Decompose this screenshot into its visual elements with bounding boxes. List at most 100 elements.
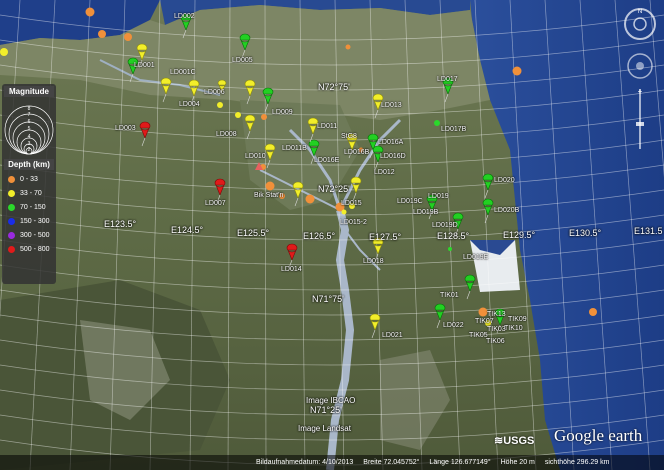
station-label: Bik Stat'n: [254, 192, 284, 199]
google-earth-logo: Google earth: [554, 426, 643, 445]
lon-label: E129.5°: [503, 230, 536, 240]
legend-depth-row: 33 - 70: [2, 186, 56, 200]
mag-tick: 5: [28, 126, 31, 132]
quake-intermediate: [0, 48, 8, 56]
station-label: LD022: [443, 322, 464, 329]
lon-label: E131.5: [634, 226, 663, 236]
depth-swatch: [8, 203, 15, 211]
station-label: LD019: [428, 193, 449, 200]
station-label: LD018: [363, 258, 384, 265]
imagery-credit: Image Landsat: [298, 424, 351, 433]
depth-swatch: [8, 231, 15, 239]
station-label: TIK05: [469, 332, 488, 339]
quake-shallow: [305, 194, 315, 204]
quake-deep: [434, 120, 440, 126]
station-label: LD011B: [282, 145, 307, 152]
legend-magnitude-title: Magnitude: [4, 86, 54, 97]
station-label: TIK01: [440, 292, 459, 299]
depth-swatch: [8, 175, 15, 183]
quake-shallow: [85, 7, 95, 17]
station-label: TIK10: [504, 325, 523, 332]
quake-intermediate: [217, 102, 223, 108]
quake-shallow: [124, 33, 132, 41]
station-label: LD012: [374, 169, 395, 176]
lon-label: E125.5°: [237, 228, 270, 238]
station-label: StG8: [341, 133, 357, 140]
station-label: LD020B: [494, 207, 520, 214]
mag-tick: 4: [28, 134, 31, 140]
station-label: LD015: [341, 200, 362, 207]
quake-deep: [448, 247, 452, 251]
station-label: TIK03: [487, 326, 506, 333]
quake-shallow: [345, 44, 351, 50]
station-label: LD003: [115, 125, 136, 132]
station-label: TIK06: [486, 338, 505, 345]
legend-depth-row: 300 - 500: [2, 228, 56, 242]
station-label: LD010: [245, 153, 266, 160]
station-label: LD008: [216, 131, 237, 138]
quake-shallow: [589, 308, 597, 316]
station-label: LD015-2: [340, 219, 367, 226]
svg-text:+: +: [638, 87, 643, 96]
eye-altitude-readout: sichthöhe 296.29 km: [544, 459, 610, 466]
legend-panel: Magnitude 8 7 6 5 4 3 2 Depth (km) 0 - 3…: [2, 84, 56, 284]
quake-shallow: [98, 30, 106, 38]
quake-intermediate: [235, 112, 241, 118]
lon-label: E123.5°: [104, 219, 137, 229]
station-label: LD016A: [378, 139, 404, 146]
lat-label: N71°25': [310, 405, 342, 415]
legend-depth-title: Depth (km): [4, 159, 54, 170]
station-label: LD004: [179, 101, 200, 108]
station-label: LD002: [174, 13, 195, 20]
map-view[interactable]: LD002 LD001 LD001C LD005 LD006 LD004 LD0…: [0, 0, 664, 470]
station-label: LD006: [204, 89, 225, 96]
legend-depth-row: 500 - 800: [2, 242, 56, 256]
navigation-controls[interactable]: N +: [620, 4, 660, 154]
lon-label: E124.5°: [171, 225, 204, 235]
station-label: LD016B: [344, 149, 370, 156]
lon-label: E127.5°: [369, 232, 402, 242]
imagery-credit: Image IBCAO: [306, 396, 356, 405]
station-label: LD019E: [463, 254, 489, 261]
look-control-icon[interactable]: [627, 53, 653, 79]
mag-tick: 6: [28, 119, 31, 125]
station-label: LD016D: [380, 153, 406, 160]
legend-depth-row: 0 - 33: [2, 172, 56, 186]
compass-icon[interactable]: N: [624, 8, 656, 40]
quake-shallow: [512, 66, 522, 76]
station-label: LD017B: [441, 126, 467, 133]
imagery-date: Bildaufnahmedatum: 4/10/2013: [256, 459, 354, 466]
station-label: LD019B: [413, 209, 439, 216]
legend-depth-row: 70 - 150: [2, 200, 56, 214]
station-label: LD016E: [314, 157, 340, 164]
magnitude-scale-icon: 8 7 6 5 4 3 2: [4, 105, 54, 155]
station-label: LD007: [205, 200, 226, 207]
station-label: LD011: [317, 123, 338, 130]
lat-label: N72°25': [318, 184, 350, 194]
station-label: LD021: [382, 332, 403, 339]
lat-label: N71°75': [312, 294, 344, 304]
station-label: LD013: [381, 102, 402, 109]
station-label: LD019D: [432, 222, 458, 229]
station-label: LD017: [437, 76, 458, 83]
longitude-readout: Länge 126.677149°: [429, 459, 491, 466]
station-label: LD005: [232, 57, 253, 64]
usgs-logo: ≋USGS: [494, 435, 535, 447]
lon-label: E128.5°: [437, 231, 470, 241]
lon-label: E126.5°: [303, 231, 336, 241]
latitude-readout: Breite 72.045752°: [363, 459, 420, 466]
station-label: LD019C: [397, 198, 423, 205]
station-label: LD014: [281, 266, 302, 273]
legend-depth-row: 150 - 300: [2, 214, 56, 228]
quake-shallow: [261, 114, 267, 120]
station-label: LD020: [494, 177, 515, 184]
status-bar: Bildaufnahmedatum: 4/10/2013 Breite 72.0…: [0, 455, 664, 470]
station-label: TIK07: [475, 318, 494, 325]
lon-label: E130.5°: [569, 228, 602, 238]
depth-swatch: [8, 217, 15, 225]
station-label: LD001C: [170, 69, 196, 76]
station-label: LD001: [134, 62, 155, 69]
mag-tick: 2: [28, 147, 31, 153]
quake-intermediate: [341, 209, 347, 215]
zoom-slider[interactable]: +: [636, 87, 644, 149]
